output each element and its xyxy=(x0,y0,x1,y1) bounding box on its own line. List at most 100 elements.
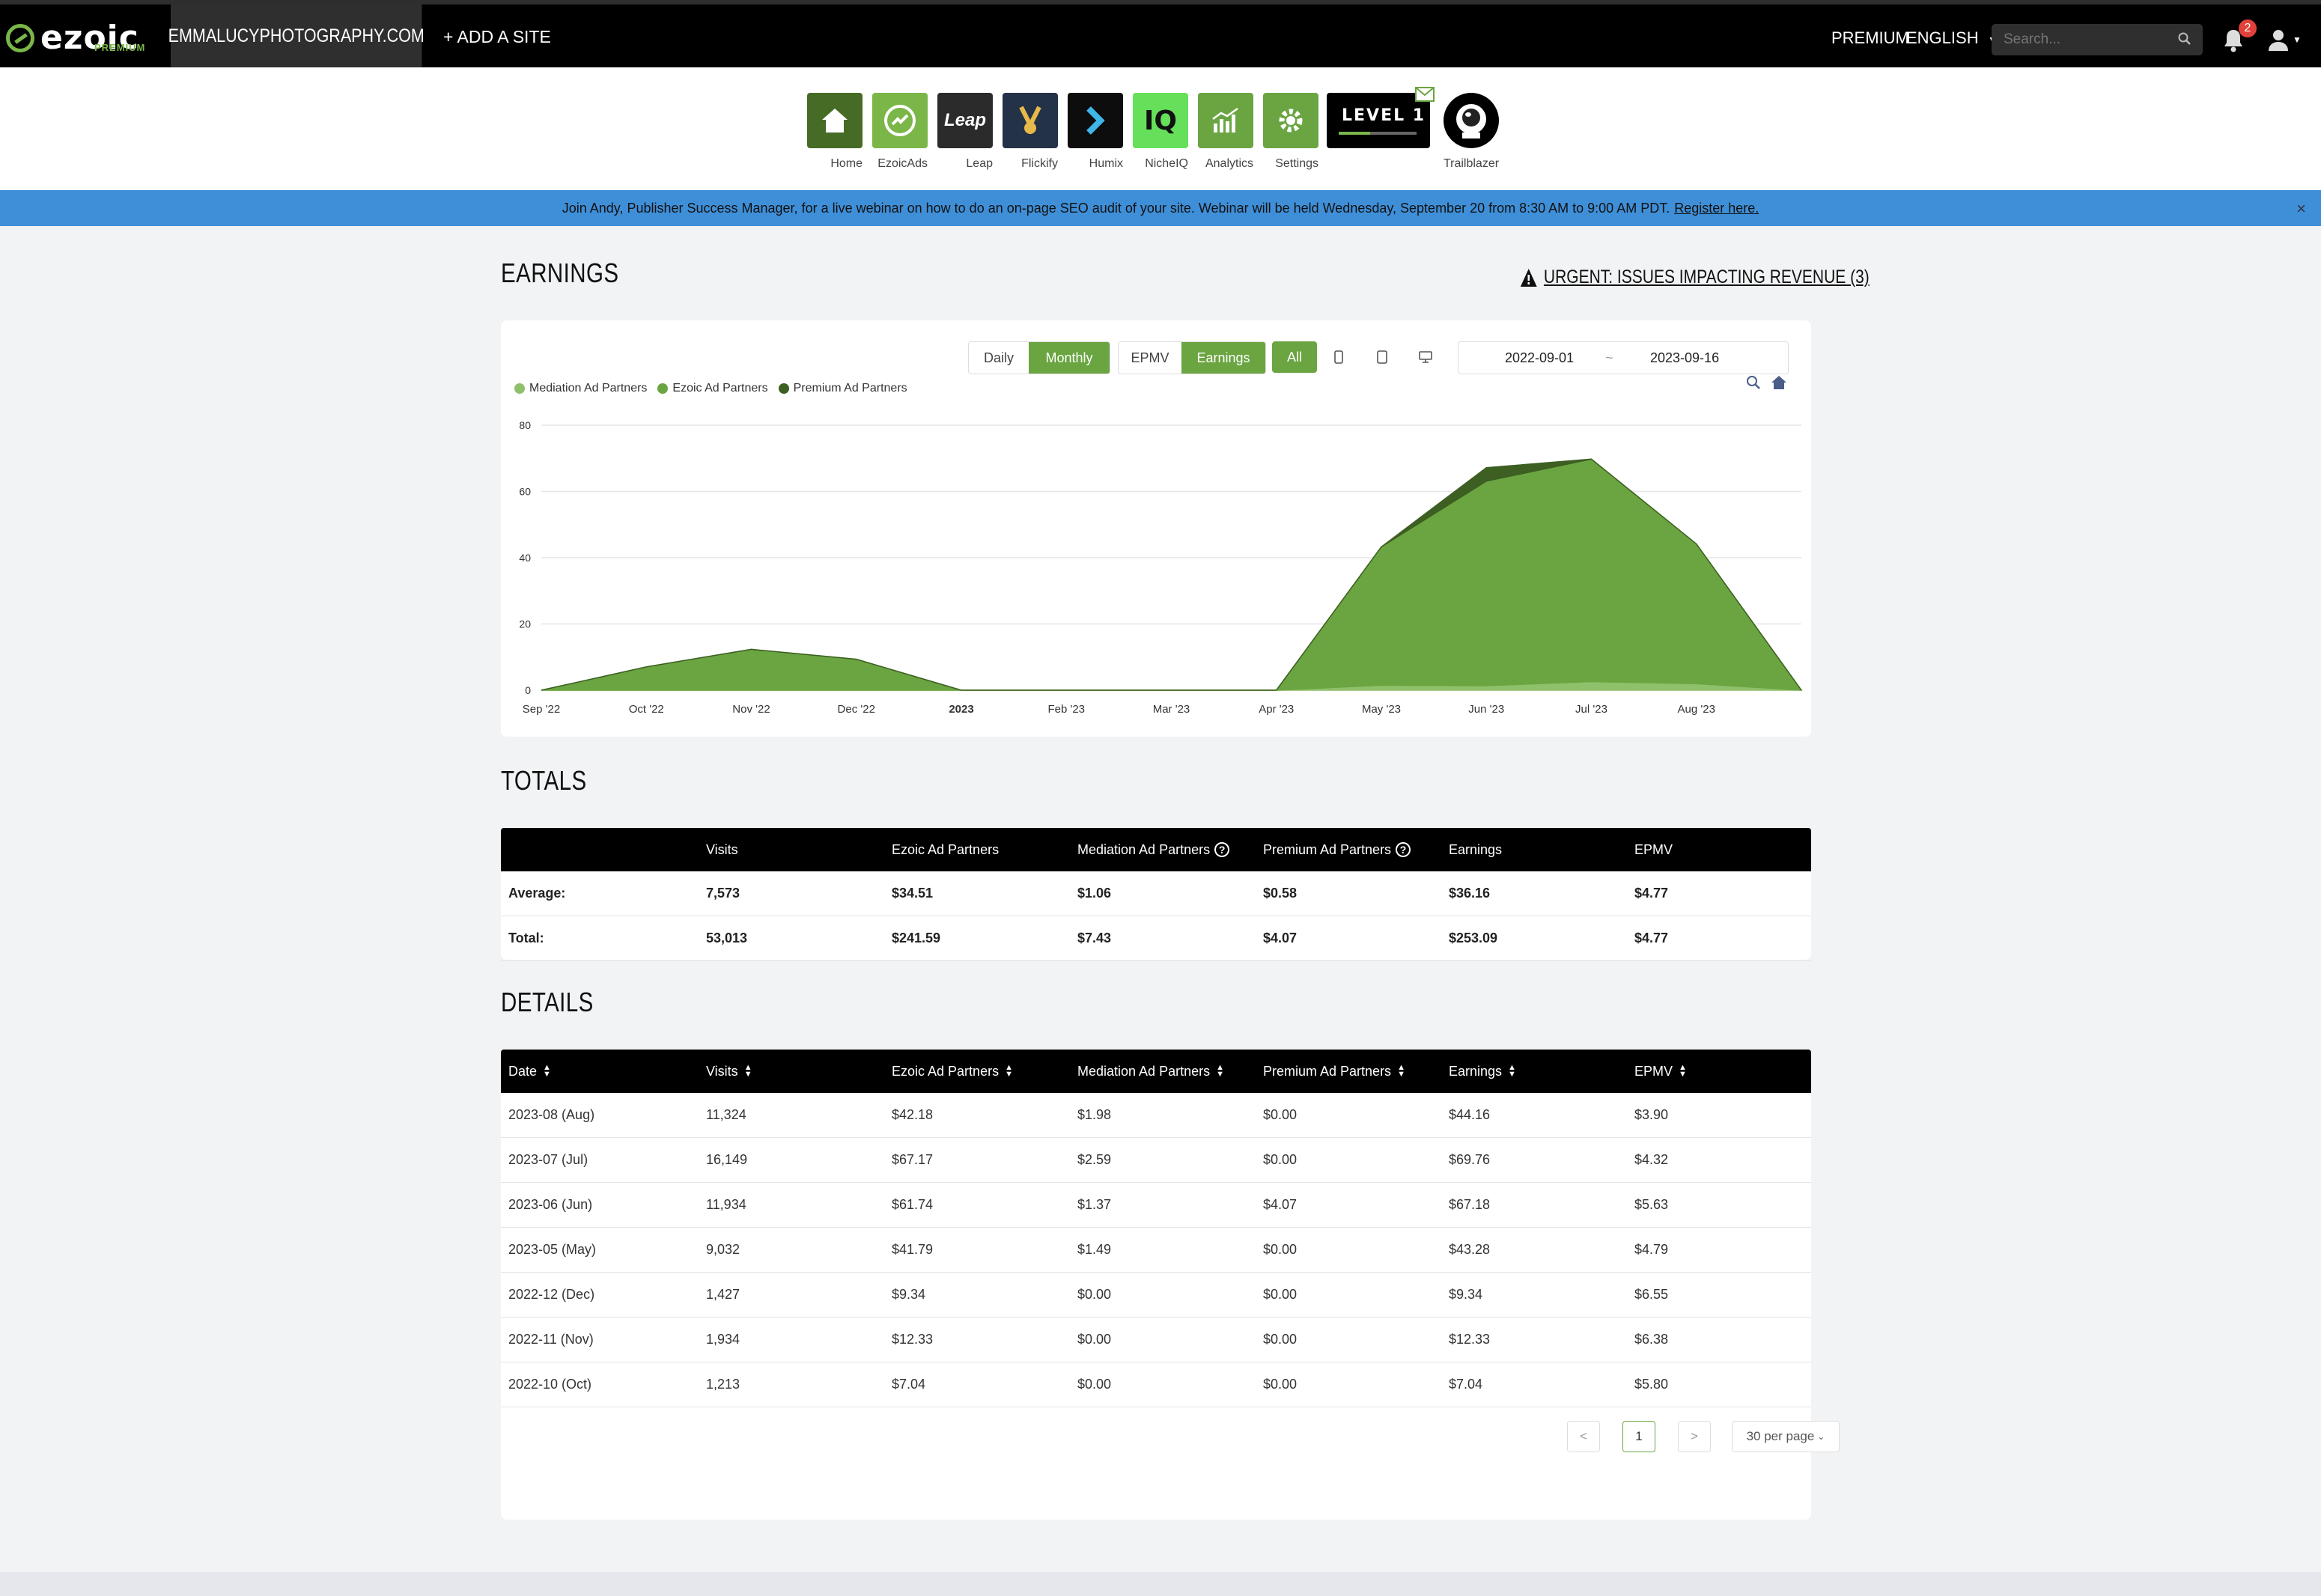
table-cell: $7.43 xyxy=(1077,931,1112,945)
table-cell: $4.32 xyxy=(1634,1152,1669,1167)
totals-title: TOTALS xyxy=(501,765,587,796)
sort-header-date[interactable]: Date ▲ ▼ xyxy=(508,1050,551,1093)
column-header-epmv: EPMV xyxy=(1634,841,1673,857)
x-tick-label: Feb '23 xyxy=(1047,703,1085,716)
app-label: Analytics xyxy=(1205,157,1253,170)
level-badge[interactable]: LEVEL 1 xyxy=(1327,87,1435,148)
nicheiq-icon: IQ xyxy=(1133,93,1188,148)
sort-header-earnings[interactable]: Earnings ▲ ▼ xyxy=(1449,1050,1516,1093)
table-cell: $3.90 xyxy=(1634,1107,1669,1122)
app-tile-leap[interactable]: Leap Leap xyxy=(937,93,993,171)
sort-header-premium[interactable]: Premium Ad Partners ▲ ▼ xyxy=(1263,1050,1405,1093)
notification-count-badge: 2 xyxy=(2239,19,2257,37)
table-cell: $6.55 xyxy=(1634,1287,1669,1302)
previous-page-button[interactable]: < xyxy=(1567,1421,1600,1452)
app-tile-analytics[interactable]: Analytics xyxy=(1198,93,1253,171)
table-cell: $0.00 xyxy=(1263,1242,1298,1257)
premium-link[interactable]: PREMIUM xyxy=(1831,28,1909,48)
y-tick-label: 60 xyxy=(519,486,531,498)
table-cell: $4.07 xyxy=(1263,1197,1298,1212)
app-label: EzoicAds xyxy=(877,157,928,170)
app-label: NicheIQ xyxy=(1145,157,1188,170)
humix-icon xyxy=(1068,93,1123,148)
page-1-button[interactable]: 1 xyxy=(1622,1421,1655,1452)
x-tick-label: Mar '23 xyxy=(1153,703,1190,716)
table-cell: $5.63 xyxy=(1634,1197,1669,1212)
sort-header-mediation[interactable]: Mediation Ad Partners ▲ ▼ xyxy=(1077,1050,1224,1093)
level-progress-card: LEVEL 1 xyxy=(1327,87,1435,148)
register-link[interactable]: Register here. xyxy=(1674,201,1759,216)
table-cell: $1.37 xyxy=(1077,1197,1112,1212)
x-tick-label: Oct '22 xyxy=(629,703,664,716)
user-avatar-icon xyxy=(2269,30,2288,51)
table-cell: 53,013 xyxy=(706,931,748,945)
per-page-select[interactable]: 30 per page ⌄ xyxy=(1732,1421,1840,1452)
flickify-icon xyxy=(1003,93,1058,148)
search-icon[interactable] xyxy=(2177,31,2192,46)
table-row: Total: 53,013 $241.59 $7.43 $4.07 $253.09 $4.7… xyxy=(501,916,1811,961)
column-header-label: EPMV xyxy=(1634,1063,1673,1079)
y-tick-label: 0 xyxy=(525,684,531,696)
x-tick-label: Nov '22 xyxy=(732,703,770,716)
sort-header-epmv[interactable]: EPMV ▲ ▼ xyxy=(1634,1050,1687,1093)
sort-icon: ▲ ▼ xyxy=(1397,1063,1405,1079)
sort-icon: ▲ ▼ xyxy=(743,1063,752,1079)
table-cell: $12.33 xyxy=(1449,1332,1491,1347)
table-row: 2022-11 (Nov) 1,934 $12.33 $0.00 $0.00 $12.33… xyxy=(501,1318,1811,1362)
table-cell: $0.00 xyxy=(1263,1287,1298,1302)
sort-header-visits[interactable]: Visits ▲ ▼ xyxy=(706,1050,752,1093)
language-label: ENGLISH xyxy=(1906,28,1979,47)
app-tile-flickify[interactable]: Flickify xyxy=(1003,93,1058,171)
add-site-link[interactable]: + ADD A SITE xyxy=(443,27,551,47)
area-series-ezoic-ad-partners xyxy=(541,458,1803,691)
table-cell: $0.00 xyxy=(1263,1107,1298,1122)
table-cell: 2023-08 (Aug) xyxy=(508,1107,595,1122)
y-tick-label: 80 xyxy=(519,419,531,431)
column-header-earnings: Earnings xyxy=(1449,841,1503,857)
column-header-label: Mediation Ad Partners xyxy=(1077,841,1211,857)
ezoic-logo[interactable]: ezoic xyxy=(6,15,139,61)
astronaut-helmet-icon xyxy=(1444,93,1499,148)
next-page-button[interactable]: > xyxy=(1678,1421,1711,1452)
x-tick-label: Jun '23 xyxy=(1468,703,1504,716)
help-icon[interactable]: ? xyxy=(1214,842,1230,857)
table-row: 2023-08 (Aug) 11,324 $42.18 $1.98 $0.00 $44.1… xyxy=(501,1093,1811,1138)
close-icon[interactable]: × xyxy=(2296,199,2306,219)
caret-down-icon: ▼ xyxy=(2293,34,2302,45)
table-cell: $36.16 xyxy=(1449,886,1491,901)
y-tick-label: 20 xyxy=(519,618,531,630)
sort-header-ezoic[interactable]: Ezoic Ad Partners ▲ ▼ xyxy=(892,1050,1013,1093)
app-tile-nicheiq[interactable]: IQ NicheIQ xyxy=(1133,93,1188,171)
table-row: 2023-07 (Jul) 16,149 $67.17 $2.59 $0.00 $69.7… xyxy=(501,1138,1811,1183)
app-label: Settings xyxy=(1275,157,1318,170)
app-launcher: Home EzoicAds Leap Leap Flickify Humix I… xyxy=(0,67,2321,190)
settings-icon xyxy=(1263,93,1318,148)
user-menu[interactable]: ▼ xyxy=(2267,28,2302,55)
table-cell: $7.04 xyxy=(892,1377,926,1392)
site-selector[interactable]: EMMALUCYPHOTOGRAPHY.COM xyxy=(168,4,425,67)
search-input[interactable] xyxy=(2004,31,2168,48)
app-label: Humix xyxy=(1089,157,1123,170)
earnings-title: EARNINGS xyxy=(501,258,619,288)
app-tile-ezoicads[interactable]: EzoicAds xyxy=(872,93,928,171)
table-cell: 1,213 xyxy=(706,1377,740,1392)
column-header-ezoic: Ezoic Ad Partners xyxy=(892,841,1000,857)
language-dropdown[interactable]: ENGLISH ▼ xyxy=(1906,28,1998,48)
totals-header-row: Visits Ezoic Ad Partners Mediation Ad Pa… xyxy=(501,828,1811,871)
table-cell: $1.98 xyxy=(1077,1107,1112,1122)
app-tile-settings[interactable]: Settings xyxy=(1263,93,1318,171)
table-cell: 1,427 xyxy=(706,1287,740,1302)
table-cell: $4.77 xyxy=(1634,931,1669,945)
chevron-down-icon: ⌄ xyxy=(1817,1431,1825,1442)
app-tile-humix[interactable]: Humix xyxy=(1068,93,1123,171)
x-tick-label: May '23 xyxy=(1362,703,1401,716)
table-cell: 2023-07 (Jul) xyxy=(508,1152,588,1167)
help-icon[interactable]: ? xyxy=(1396,842,1411,857)
app-tile-trailblazer[interactable]: Trailblazer xyxy=(1444,93,1499,171)
table-cell: $67.17 xyxy=(892,1152,934,1167)
table-cell: $4.07 xyxy=(1263,931,1298,945)
column-header-label: Premium Ad Partners xyxy=(1263,841,1392,857)
table-cell: $0.00 xyxy=(1263,1377,1298,1392)
urgent-issues-link[interactable]: URGENT: ISSUES IMPACTING REVENUE (3) xyxy=(1520,266,1870,288)
app-tile-home[interactable]: Home xyxy=(807,93,863,171)
